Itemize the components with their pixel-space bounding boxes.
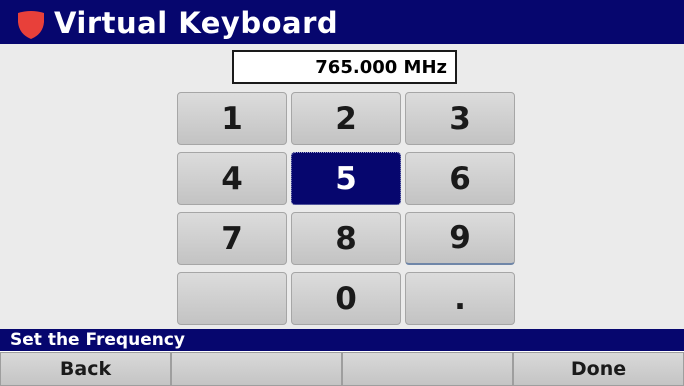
key-9[interactable]: 9: [405, 212, 515, 265]
key-6[interactable]: 6: [405, 152, 515, 205]
key-3[interactable]: 3: [405, 92, 515, 145]
title-bar: Virtual Keyboard: [0, 0, 684, 44]
frequency-input[interactable]: 765.000 MHz: [232, 50, 457, 84]
key-4[interactable]: 4: [177, 152, 287, 205]
keyboard-panel: 765.000 MHz 1 2 3 4 5 6 7 8 9 0 .: [0, 44, 684, 329]
key-2[interactable]: 2: [291, 92, 401, 145]
key-0[interactable]: 0: [291, 272, 401, 325]
softkey-bar: Back Done: [0, 352, 684, 386]
key-5[interactable]: 5: [291, 152, 401, 205]
softkey-2[interactable]: [171, 352, 342, 386]
back-button[interactable]: Back: [0, 352, 171, 386]
done-button[interactable]: Done: [513, 352, 684, 386]
key-1[interactable]: 1: [177, 92, 287, 145]
page-title: Virtual Keyboard: [54, 6, 339, 40]
key-8[interactable]: 8: [291, 212, 401, 265]
key-7[interactable]: 7: [177, 212, 287, 265]
softkey-3[interactable]: [342, 352, 513, 386]
status-bar: Set the Frequency: [0, 329, 684, 351]
key-blank[interactable]: [177, 272, 287, 325]
shield-icon: [18, 11, 44, 39]
key-decimal[interactable]: .: [405, 272, 515, 325]
